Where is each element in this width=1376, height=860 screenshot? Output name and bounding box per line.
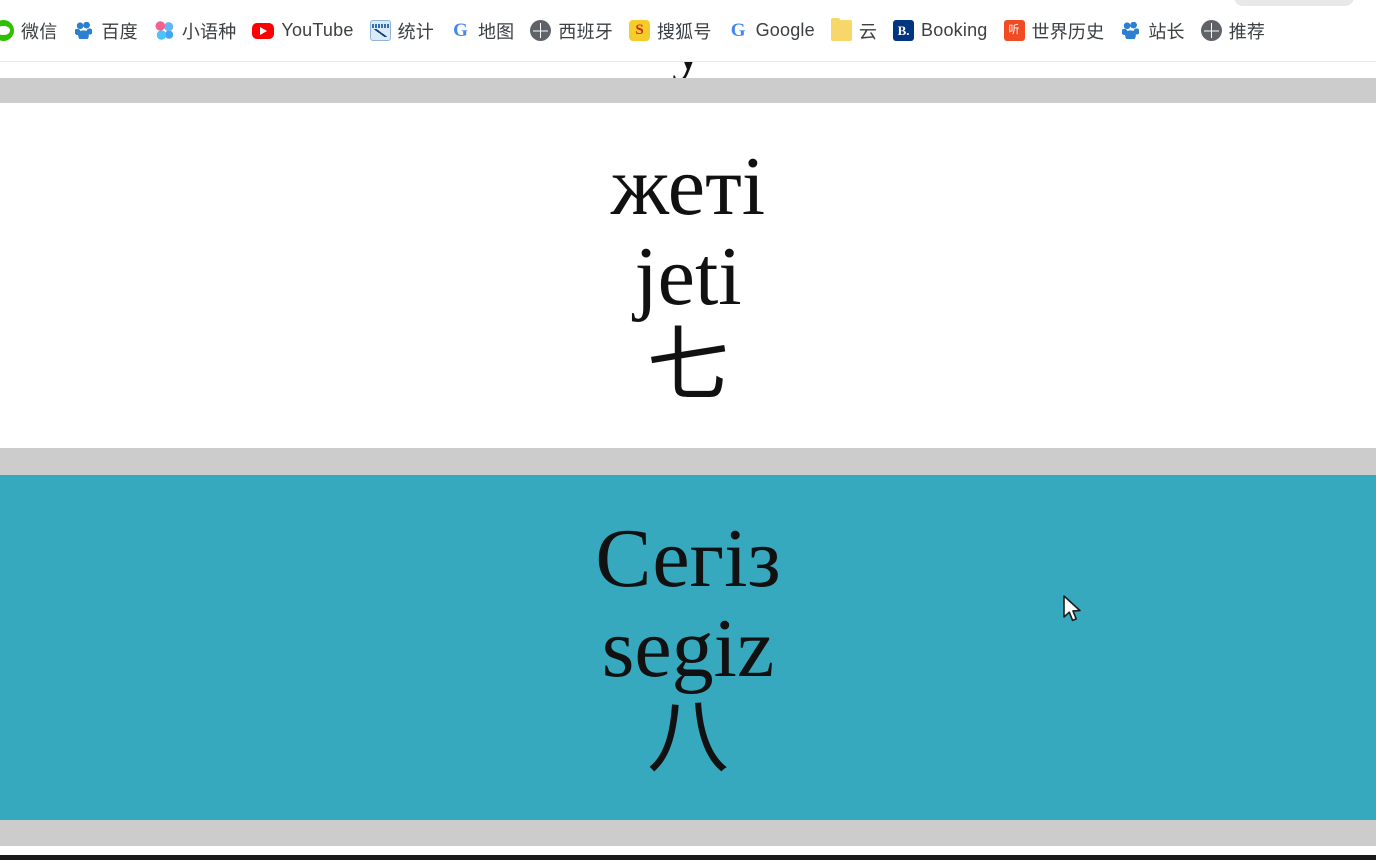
wechat-icon	[0, 20, 14, 41]
bookmark-label: Booking	[921, 20, 988, 40]
bookmark-label: Google	[755, 20, 815, 40]
web-page-content: у жеті jeti 七 Сегіз segiz 八	[0, 62, 1376, 860]
bookmark-label: 微信	[21, 21, 58, 42]
bookmark-item-12[interactable]: 听世界历史	[997, 14, 1112, 48]
slide-eight[interactable]: Сегіз segiz 八	[0, 475, 1376, 820]
statistics-icon	[369, 20, 391, 41]
bookmark-item-11[interactable]: B. Booking	[886, 16, 994, 45]
ximalaya-icon: 听	[1003, 20, 1025, 41]
bookmark-label: 世界历史	[1031, 21, 1105, 42]
page-bottom-gap	[0, 846, 1376, 855]
slide-seven[interactable]: жеті jeti 七	[0, 103, 1376, 448]
booking-icon: B.	[893, 20, 915, 41]
bookmark-label: 搜狐号	[656, 21, 712, 42]
tab-strip-stub	[1234, 0, 1354, 6]
slide-separator-top	[0, 78, 1376, 103]
bookmark-label: 云	[858, 21, 878, 42]
languages-icon	[154, 20, 175, 41]
google-maps-icon: G	[453, 20, 468, 41]
bookmark-label: 统计	[397, 21, 434, 42]
bookmark-label: 推荐	[1228, 21, 1266, 42]
bookmark-item-8[interactable]: S 搜狐号	[622, 14, 719, 48]
baidu-icon	[73, 20, 94, 41]
bookmark-label: 小语种	[181, 21, 237, 42]
bookmark-list: 微信 百度 小语种 YouTube 统计 G 地图 西班牙 S 搜狐号 G Google 云 B. Book…	[0, 14, 1272, 48]
baidu-icon	[1120, 20, 1141, 41]
bookmark-item-5[interactable]: 统计	[363, 14, 441, 48]
bookmark-item-2[interactable]: 百度	[66, 14, 144, 48]
folder-icon	[830, 18, 852, 41]
slide-seven-chinese: 七	[646, 320, 729, 412]
slide-eight-cyrillic: Сегіз	[595, 511, 781, 605]
bookmark-label: YouTube	[281, 20, 354, 40]
youtube-icon	[252, 22, 275, 39]
slide-seven-cyrillic: жеті	[610, 139, 766, 233]
bookmark-label: 百度	[101, 21, 138, 42]
google-icon: G	[730, 20, 746, 41]
slide-separator-bottom	[0, 820, 1376, 846]
slide-eight-chinese: 八	[646, 692, 729, 784]
bookmark-item-7[interactable]: 西班牙	[523, 14, 620, 48]
globe-icon	[530, 20, 552, 41]
bookmark-item-10[interactable]: 云	[824, 14, 884, 48]
slide-separator-middle	[0, 448, 1376, 475]
bookmark-label: 站长	[1148, 21, 1185, 42]
slide-eight-latin: segiz	[601, 602, 775, 696]
bookmark-item-4[interactable]: YouTube	[245, 16, 360, 45]
bookmark-item-6[interactable]: G 地图	[443, 14, 521, 48]
bookmark-item-3[interactable]: 小语种	[147, 14, 244, 48]
page-bottom-rule	[0, 855, 1376, 860]
sohu-icon: S	[628, 20, 650, 41]
globe-icon	[1200, 20, 1222, 41]
bookmark-item-13[interactable]: 站长	[1113, 14, 1191, 48]
bookmark-item-1[interactable]: 微信	[0, 14, 64, 48]
browser-bookmarks-bar[interactable]: 微信 百度 小语种 YouTube 统计 G 地图 西班牙 S 搜狐号 G Google 云 B. Book…	[0, 0, 1376, 62]
bookmark-item-9[interactable]: G Google	[721, 16, 822, 45]
bookmark-label: 西班牙	[558, 21, 613, 42]
bookmark-label: 地图	[477, 21, 515, 42]
slide-seven-latin: jeti	[634, 230, 742, 324]
bookmark-item-14[interactable]: 推荐	[1194, 14, 1272, 48]
